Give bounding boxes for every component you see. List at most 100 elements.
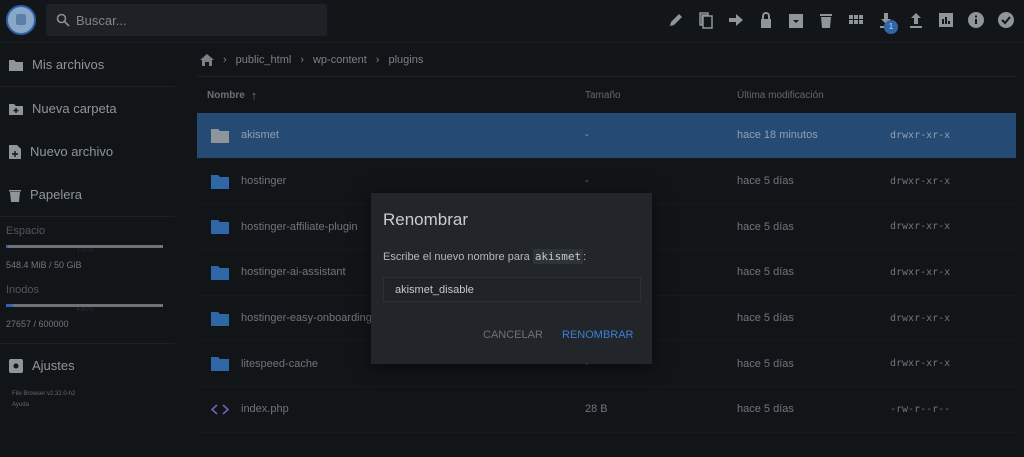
file-permissions: drwxr-xr-x xyxy=(890,358,951,370)
sidebar-item-label: Mis archivos xyxy=(32,57,105,72)
grid-icon xyxy=(849,15,863,24)
grid-button[interactable] xyxy=(846,10,866,30)
target-name: akismet xyxy=(532,249,584,264)
file-size: 28 B xyxy=(585,403,608,416)
sidebar-item-label: Ajustes xyxy=(32,358,75,373)
inodes-value: 27657 / 600000 xyxy=(6,319,69,329)
prompt-colon: : xyxy=(583,251,587,263)
pencil-icon xyxy=(670,14,682,26)
header: 1 xyxy=(0,0,1024,43)
rename-dialog: Renombrar Escribe el nuevo nombre para a… xyxy=(371,193,652,364)
file-permissions: drwxr-xr-x xyxy=(890,312,951,324)
folder-icon xyxy=(211,128,229,143)
column-modified[interactable]: Última modificación xyxy=(737,90,890,101)
dialog-prompt: Escribe el nuevo nombre para akismet: xyxy=(383,249,587,264)
folder-icon xyxy=(211,174,229,189)
folder-icon xyxy=(9,59,23,71)
file-name: litespeed-cache xyxy=(241,357,319,370)
file-size: - xyxy=(585,129,589,142)
trash-icon xyxy=(9,189,21,202)
check-circle-button[interactable] xyxy=(996,10,1016,30)
sidebar-item-settings[interactable]: Ajustes xyxy=(0,344,175,387)
sidebar-item-new-file[interactable]: Nuevo archivo xyxy=(0,130,175,173)
copy-icon xyxy=(699,12,713,29)
lock-icon xyxy=(761,12,771,28)
sidebar: Mis archivos Nueva carpeta Nuevo archivo… xyxy=(0,43,175,457)
table-header: Nombre ↑ Tamaño Última modificación xyxy=(197,76,1016,113)
gear-icon xyxy=(9,358,23,373)
folder-icon xyxy=(211,311,229,326)
sidebar-item-label: Nuevo archivo xyxy=(30,144,114,159)
sidebar-item-trash[interactable]: Papelera xyxy=(0,173,175,216)
search-input[interactable] xyxy=(76,4,316,36)
search-icon xyxy=(56,13,70,27)
file-permissions: drwxr-xr-x xyxy=(890,129,951,141)
file-modified: hace 5 días xyxy=(737,175,794,188)
dialog-title: Renombrar xyxy=(383,210,469,229)
code-icon xyxy=(211,404,229,415)
file-modified: hace 5 días xyxy=(737,357,794,370)
logo[interactable] xyxy=(6,5,36,35)
upload-button[interactable] xyxy=(906,10,926,30)
new-name-input[interactable] xyxy=(383,277,641,302)
trash-button[interactable] xyxy=(816,10,836,30)
move-button[interactable] xyxy=(726,10,746,30)
folder-icon xyxy=(211,265,229,280)
file-permissions: drwxr-xr-x xyxy=(890,175,951,187)
file-name: hostinger-affiliate-plugin xyxy=(241,220,358,233)
column-name[interactable]: Nombre ↑ xyxy=(197,88,585,103)
archive-icon xyxy=(789,14,803,28)
archive-button[interactable] xyxy=(786,10,806,30)
chart-button[interactable] xyxy=(936,10,956,30)
breadcrumb-item[interactable]: public_html xyxy=(236,54,292,66)
file-name: hostinger-ai-assistant xyxy=(241,266,346,279)
home-icon[interactable] xyxy=(200,53,214,66)
cancel-button[interactable]: CANCELAR xyxy=(483,329,543,341)
inodes-progress xyxy=(6,304,163,307)
chevron-right-icon: › xyxy=(300,53,304,66)
chart-icon xyxy=(939,13,953,27)
space-value: 548.4 MiB / 50 GiB xyxy=(6,260,82,270)
move-icon xyxy=(729,14,743,26)
file-name: index.php xyxy=(241,403,289,416)
file-permissions: -rw-r--r-- xyxy=(890,403,951,415)
version-text: File Browser v2.32.0-h2 xyxy=(12,391,76,397)
breadcrumb-item[interactable]: plugins xyxy=(388,54,423,66)
lock-button[interactable] xyxy=(756,10,776,30)
help-link[interactable]: Ayuda xyxy=(12,400,75,411)
pencil-button[interactable] xyxy=(666,10,686,30)
sidebar-item-label: Nueva carpeta xyxy=(32,101,117,116)
table-row[interactable]: index.php 28 B hace 5 días -rw-r--r-- xyxy=(197,387,1016,433)
chevron-right-icon: › xyxy=(375,53,380,66)
breadcrumb-item[interactable]: wp-content xyxy=(313,54,367,66)
sidebar-item-my-files[interactable]: Mis archivos xyxy=(0,43,175,86)
search-box[interactable] xyxy=(46,4,327,36)
folder-icon xyxy=(211,357,229,372)
check-circle-icon xyxy=(998,12,1014,28)
space-progress xyxy=(6,245,163,248)
file-modified: hace 5 días xyxy=(737,266,794,279)
file-permissions: drwxr-xr-x xyxy=(890,266,951,278)
file-size: - xyxy=(585,175,589,188)
file-modified: hace 5 días xyxy=(737,312,794,325)
file-name: hostinger xyxy=(241,175,287,188)
download-badge: 1 xyxy=(884,20,898,34)
copy-button[interactable] xyxy=(696,10,716,30)
breadcrumb: › public_html › wp-content › plugins xyxy=(197,43,1016,76)
file-modified: hace 5 días xyxy=(737,220,794,233)
trash-icon xyxy=(820,14,832,28)
prompt-text: Escribe el nuevo nombre para xyxy=(383,251,533,263)
column-size[interactable]: Tamaño xyxy=(585,90,737,101)
file-modified: hace 18 minutos xyxy=(737,129,818,142)
info-icon xyxy=(968,12,984,28)
rename-button[interactable]: RENOMBRAR xyxy=(562,329,634,341)
chevron-right-icon: › xyxy=(223,53,227,66)
table-row[interactable]: akismet - hace 18 minutos drwxr-xr-x xyxy=(197,113,1016,159)
upload-icon xyxy=(910,13,922,28)
info-button[interactable] xyxy=(966,10,986,30)
sidebar-item-new-folder[interactable]: Nueva carpeta xyxy=(0,87,175,130)
sidebar-item-label: Papelera xyxy=(30,187,83,202)
file-name: akismet xyxy=(241,129,279,142)
file-modified: hace 5 días xyxy=(737,403,794,416)
download-button[interactable]: 1 xyxy=(876,10,898,34)
